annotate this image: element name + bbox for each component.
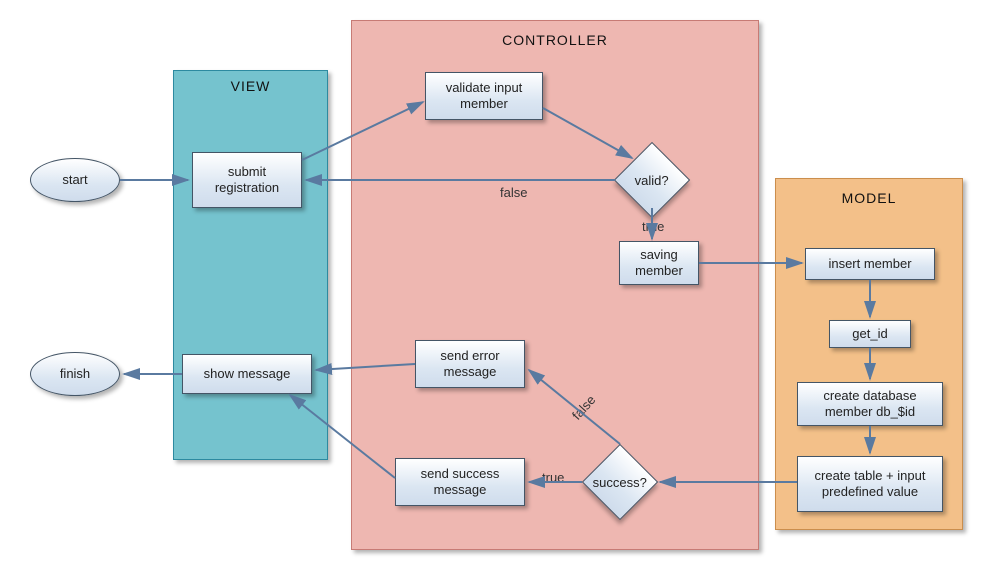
container-controller-title: CONTROLLER: [351, 32, 759, 48]
label-false-valid: false: [500, 185, 527, 200]
node-saving-member: saving member: [619, 241, 699, 285]
node-submit-registration: submit registration: [192, 152, 302, 208]
label-true-success: true: [542, 470, 564, 485]
node-valid-label: valid?: [635, 173, 669, 188]
node-show-message: show message: [182, 354, 312, 394]
node-success-label: success?: [593, 475, 647, 490]
node-send-success: send success message: [395, 458, 525, 506]
node-create-db: create database member db_$id: [797, 382, 943, 426]
node-insert-member: insert member: [805, 248, 935, 280]
node-validate-input: validate input member: [425, 72, 543, 120]
container-view: [173, 70, 328, 460]
container-view-title: VIEW: [173, 78, 328, 94]
node-get-id: get_id: [829, 320, 911, 348]
node-start: start: [30, 158, 120, 202]
label-true-valid: true: [642, 219, 664, 234]
node-finish: finish: [30, 352, 120, 396]
node-create-table: create table + input predefined value: [797, 456, 943, 512]
node-send-error: send error message: [415, 340, 525, 388]
container-model-title: MODEL: [775, 190, 963, 206]
